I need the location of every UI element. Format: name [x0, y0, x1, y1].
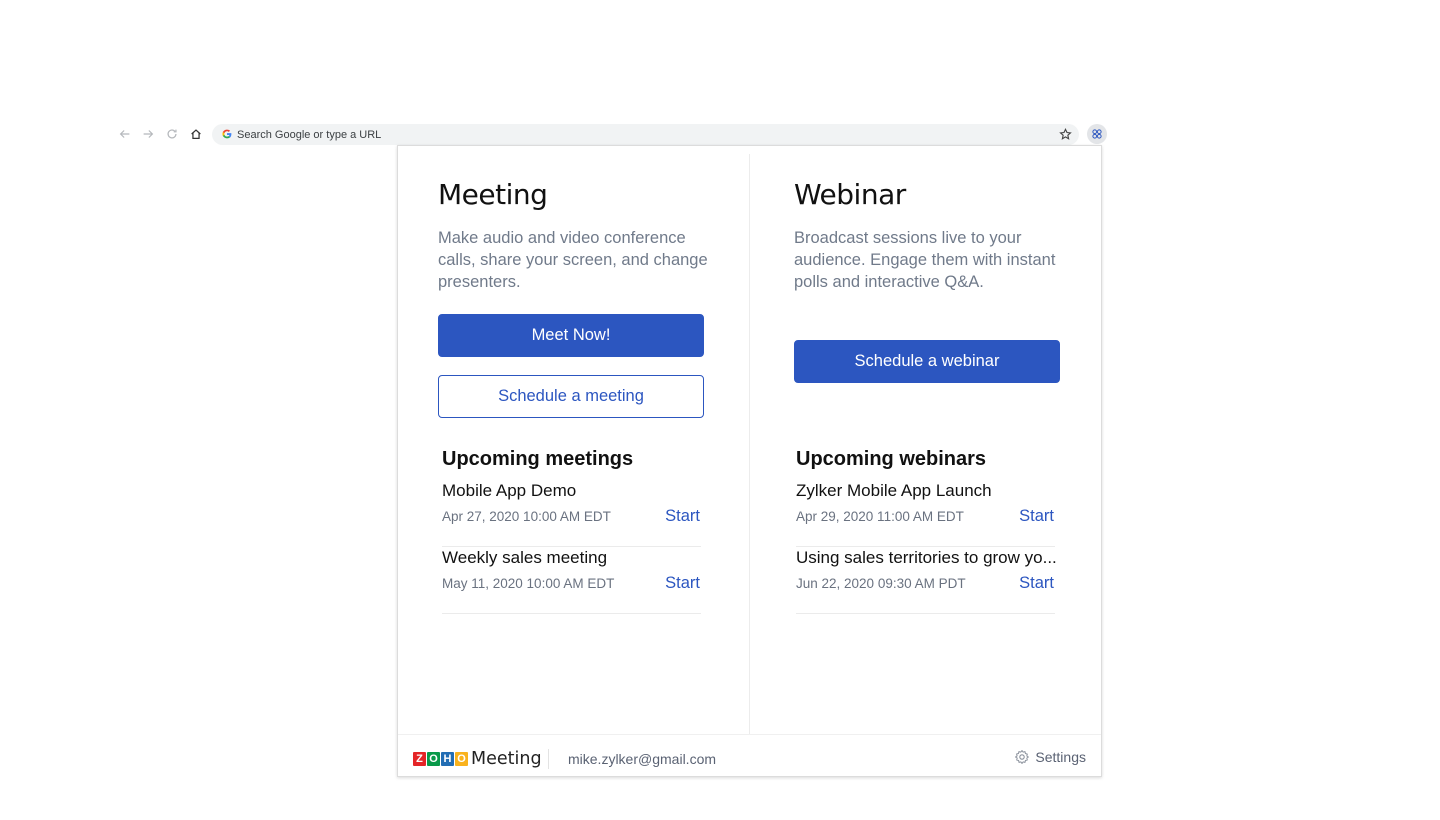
logo-tile: O [427, 752, 440, 766]
extension-button[interactable] [1087, 124, 1107, 144]
meeting-column: Meeting Make audio and video conference … [398, 146, 750, 734]
meeting-item-time: May 11, 2020 10:00 AM EDT [442, 576, 615, 591]
google-g-icon [222, 129, 232, 139]
webinar-list-item: Using sales territories to grow yo... Ju… [796, 547, 1057, 614]
meeting-title: Meeting [438, 178, 548, 211]
meeting-item-title: Mobile App Demo [442, 481, 577, 500]
webinar-item-title: Zylker Mobile App Launch [796, 481, 992, 500]
upcoming-webinars-title: Upcoming webinars [796, 448, 987, 470]
forward-arrow-icon[interactable] [139, 125, 157, 143]
user-email: mike.zylker@gmail.com [568, 751, 717, 767]
schedule-webinar-button[interactable]: Schedule a webinar [794, 340, 1060, 383]
product-name: Meeting [471, 749, 542, 769]
upcoming-meetings-title: Upcoming meetings [442, 448, 634, 470]
schedule-meeting-button[interactable]: Schedule a meeting [438, 375, 704, 418]
gear-icon [1015, 750, 1030, 764]
logo-tile: O [455, 752, 468, 766]
webinar-description: Broadcast sessions live to your audience… [794, 229, 1056, 291]
start-meeting-link[interactable]: Start [665, 574, 700, 593]
zoho-logo: Z O H O [413, 752, 469, 766]
start-meeting-link[interactable]: Start [665, 507, 700, 526]
webinar-list-item: Zylker Mobile App Launch Apr 29, 2020 11… [796, 480, 1055, 547]
meeting-list-item: Mobile App Demo Apr 27, 2020 10:00 AM ED… [442, 480, 701, 547]
logo-tile: Z [413, 752, 426, 766]
meeting-item-title: Weekly sales meeting [442, 548, 608, 567]
popup-footer: Z O H O Meeting mike.zylker@gmail.com Se… [398, 734, 1101, 777]
upcoming-webinars-list: Zylker Mobile App Launch Apr 29, 2020 11… [796, 480, 1057, 614]
settings-label: Settings [1035, 749, 1086, 765]
footer-separator [548, 749, 549, 769]
webinar-item-time: Apr 29, 2020 11:00 AM EDT [796, 509, 964, 524]
meet-now-button[interactable]: Meet Now! [438, 314, 704, 357]
webinar-item-time: Jun 22, 2020 09:30 AM PDT [796, 576, 966, 591]
omnibox-input[interactable] [237, 124, 997, 145]
meeting-description: Make audio and video conference calls, s… [438, 229, 708, 291]
browser-toolbar [0, 121, 1440, 147]
home-icon[interactable] [187, 125, 205, 143]
meeting-list-item: Weekly sales meeting May 11, 2020 10:00 … [442, 547, 701, 614]
start-webinar-link[interactable]: Start [1019, 574, 1054, 593]
meeting-item-time: Apr 27, 2020 10:00 AM EDT [442, 509, 611, 524]
settings-button[interactable]: Settings [1014, 749, 1086, 765]
reload-icon[interactable] [163, 125, 181, 143]
zoho-meeting-popup: Meeting Make audio and video conference … [397, 145, 1102, 777]
logo-tile: H [441, 752, 454, 766]
extension-icon [1092, 129, 1102, 139]
back-arrow-icon[interactable] [116, 125, 134, 143]
webinar-title: Webinar [794, 178, 906, 211]
webinar-item-title: Using sales territories to grow yo... [796, 548, 1057, 567]
webinar-column: Webinar Broadcast sessions live to your … [750, 146, 1102, 734]
start-webinar-link[interactable]: Start [1019, 507, 1054, 526]
bookmark-star-icon[interactable] [1058, 127, 1073, 142]
upcoming-meetings-list: Mobile App Demo Apr 27, 2020 10:00 AM ED… [442, 480, 701, 614]
omnibox[interactable] [212, 124, 1079, 145]
